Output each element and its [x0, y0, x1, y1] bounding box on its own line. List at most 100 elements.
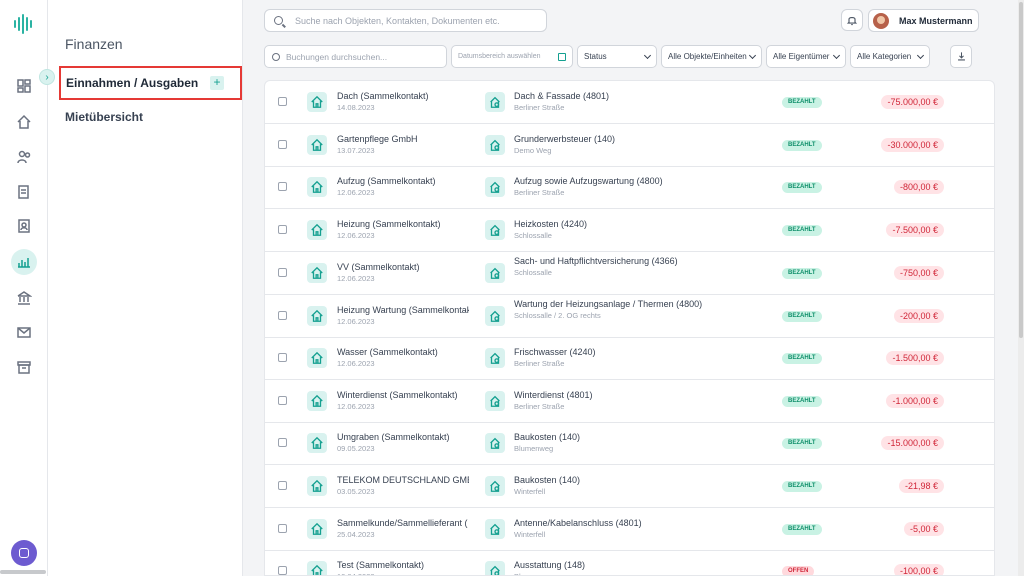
contact-cell[interactable]: Heizung (Sammelkontakt) 12.06.2023: [337, 218, 469, 240]
documents-icon[interactable]: [11, 179, 37, 205]
row-checkbox[interactable]: [278, 481, 287, 490]
app-logo-icon[interactable]: [14, 14, 34, 34]
contact-cell[interactable]: Test (Sammelkontakt) 10.04.2023: [337, 559, 469, 575]
category-cell[interactable]: Grunderwerbsteuer (140) Demo Weg: [514, 133, 714, 155]
export-download-button[interactable]: [950, 45, 972, 68]
home-icon[interactable]: [11, 109, 37, 135]
categories-filter-dropdown[interactable]: Alle Kategorien: [850, 45, 930, 68]
category-cell[interactable]: Dach & Fassade (4801) Berliner Straße: [514, 90, 714, 112]
row-checkbox[interactable]: [278, 524, 287, 533]
category-name: Dach & Fassade (4801): [514, 91, 610, 101]
category-cell[interactable]: Wartung der Heizungsanlage / Thermen (48…: [514, 298, 714, 320]
tenant-icon[interactable]: [11, 213, 37, 239]
dashboard-icon[interactable]: [11, 73, 37, 99]
category-cell[interactable]: Sach- und Haftpflichtversicherung (4366)…: [514, 255, 714, 277]
search-icon: [274, 16, 283, 25]
row-checkbox[interactable]: [278, 566, 287, 575]
row-checkbox[interactable]: [278, 140, 287, 149]
contact-house-icon: [307, 135, 327, 155]
table-row[interactable]: Test (Sammelkontakt) 10.04.2023 Ausstatt…: [265, 550, 994, 575]
table-row[interactable]: Sammelkunde/Sammellieferant ( 25.04.2023…: [265, 508, 994, 551]
category-cell[interactable]: Frischwasser (4240) Berliner Straße: [514, 346, 714, 368]
table-row[interactable]: Heizung Wartung (Sammelkontakt) 12.06.20…: [265, 295, 994, 338]
category-name: Frischwasser (4240): [514, 347, 596, 357]
subnav-item-rent-overview[interactable]: Mietübersicht: [65, 110, 143, 124]
category-document-icon: [485, 561, 505, 575]
global-search-input[interactable]: Suche nach Objekten, Kontakten, Dokument…: [264, 9, 547, 32]
contact-house-icon: [307, 177, 327, 197]
category-cell[interactable]: Baukosten (140) Blumenweg: [514, 431, 714, 453]
contact-cell[interactable]: Gartenpflege GmbH 13.07.2023: [337, 133, 469, 155]
bank-icon[interactable]: [11, 285, 37, 311]
category-cell[interactable]: Heizkosten (4240) Schlossalle: [514, 218, 714, 240]
add-booking-button[interactable]: +: [210, 76, 224, 90]
row-checkbox[interactable]: [278, 225, 287, 234]
user-menu-button[interactable]: Max Mustermann: [868, 9, 979, 32]
booking-search-input[interactable]: Buchungen durchsuchen...: [264, 45, 447, 68]
contact-cell[interactable]: Sammelkunde/Sammellieferant ( 25.04.2023: [337, 517, 469, 539]
row-checkbox[interactable]: [278, 438, 287, 447]
category-cell[interactable]: Ausstattung (148) Blumenweg: [514, 559, 714, 575]
contact-name: VV (Sammelkontakt): [337, 262, 420, 272]
table-row[interactable]: VV (Sammelkontakt) 12.06.2023 Sach- und …: [265, 252, 994, 295]
table-row[interactable]: TELEKOM DEUTSCHLAND GMBH 03.05.2023 Bauk…: [265, 465, 994, 508]
contact-cell[interactable]: Wasser (Sammelkontakt) 12.06.2023: [337, 346, 469, 368]
archive-icon[interactable]: [11, 354, 37, 380]
contact-cell[interactable]: Dach (Sammelkontakt) 14.08.2023: [337, 90, 469, 112]
contact-cell[interactable]: Heizung Wartung (Sammelkontakt) 12.06.20…: [337, 304, 469, 326]
category-document-icon: [485, 519, 505, 539]
collapse-sidebar-icon[interactable]: ›: [39, 69, 55, 85]
status-badge: BEZAHLT: [782, 140, 822, 151]
category-cell[interactable]: Aufzug sowie Aufzugswartung (4800) Berli…: [514, 175, 714, 197]
date-range-picker[interactable]: Datumsbereich auswählen: [451, 45, 573, 68]
notifications-bell-icon[interactable]: [841, 9, 863, 31]
chat-help-icon[interactable]: [11, 540, 37, 566]
table-row[interactable]: Dach (Sammelkontakt) 14.08.2023 Dach & F…: [265, 81, 994, 124]
contact-cell[interactable]: TELEKOM DEUTSCHLAND GMBH 03.05.2023: [337, 474, 469, 496]
row-checkbox[interactable]: [278, 353, 287, 362]
row-checkbox[interactable]: [278, 182, 287, 191]
table-row[interactable]: Aufzug (Sammelkontakt) 12.06.2023 Aufzug…: [265, 166, 994, 209]
amount-value: -200,00 €: [893, 309, 944, 323]
category-cell[interactable]: Winterdienst (4801) Berliner Straße: [514, 389, 714, 411]
category-cell[interactable]: Baukosten (140) Winterfell: [514, 474, 714, 496]
vertical-scrollbar[interactable]: [1018, 0, 1024, 576]
user-name: Max Mustermann: [899, 15, 973, 26]
contacts-icon[interactable]: [11, 144, 37, 170]
table-row[interactable]: Umgraben (Sammelkontakt) 09.05.2023 Bauk…: [265, 422, 994, 465]
row-checkbox[interactable]: [278, 396, 287, 405]
finance-chart-icon[interactable]: [11, 249, 37, 275]
scrollbar-thumb[interactable]: [1019, 2, 1023, 338]
status-badge: BEZAHLT: [782, 524, 822, 535]
object-name: Berliner Straße: [514, 188, 565, 197]
date-range-placeholder: Datumsbereich auswählen: [458, 53, 541, 60]
booking-date: 12.06.2023: [337, 231, 375, 240]
contact-cell[interactable]: Umgraben (Sammelkontakt) 09.05.2023: [337, 431, 469, 453]
table-row[interactable]: Gartenpflege GmbH 13.07.2023 Grunderwerb…: [265, 124, 994, 167]
category-name: Wartung der Heizungsanlage / Thermen (48…: [514, 299, 703, 309]
mail-icon[interactable]: [11, 319, 37, 345]
row-checkbox[interactable]: [278, 268, 287, 277]
category-document-icon: [485, 92, 505, 112]
table-row[interactable]: Wasser (Sammelkontakt) 12.06.2023 Frisch…: [265, 337, 994, 380]
table-row[interactable]: Heizung (Sammelkontakt) 12.06.2023 Heizk…: [265, 209, 994, 252]
contact-house-icon: [307, 433, 327, 453]
contact-cell[interactable]: Winterdienst (Sammelkontakt) 12.06.2023: [337, 389, 469, 411]
row-checkbox[interactable]: [278, 311, 287, 320]
horizontal-scrollbar[interactable]: [0, 570, 46, 574]
contact-cell[interactable]: VV (Sammelkontakt) 12.06.2023: [337, 261, 469, 283]
contact-cell[interactable]: Aufzug (Sammelkontakt) 12.06.2023: [337, 175, 469, 197]
contact-name: Test (Sammelkontakt): [337, 560, 425, 570]
contact-house-icon: [307, 92, 327, 112]
contact-name: Heizung Wartung (Sammelkontakt): [337, 305, 469, 315]
status-badge: BEZAHLT: [782, 268, 822, 279]
categories-filter-label: Alle Kategorien: [857, 52, 912, 61]
table-row[interactable]: Winterdienst (Sammelkontakt) 12.06.2023 …: [265, 380, 994, 423]
subnav-item-income-expenses[interactable]: Einnahmen / Ausgaben +: [59, 66, 242, 100]
objects-filter-dropdown[interactable]: Alle Objekte/Einheiten: [661, 45, 762, 68]
row-checkbox[interactable]: [278, 97, 287, 106]
status-filter-dropdown[interactable]: Status: [577, 45, 657, 68]
chevron-down-icon: [832, 51, 841, 59]
category-cell[interactable]: Antenne/Kabelanschluss (4801) Winterfell: [514, 517, 714, 539]
owners-filter-dropdown[interactable]: Alle Eigentümer: [766, 45, 846, 68]
